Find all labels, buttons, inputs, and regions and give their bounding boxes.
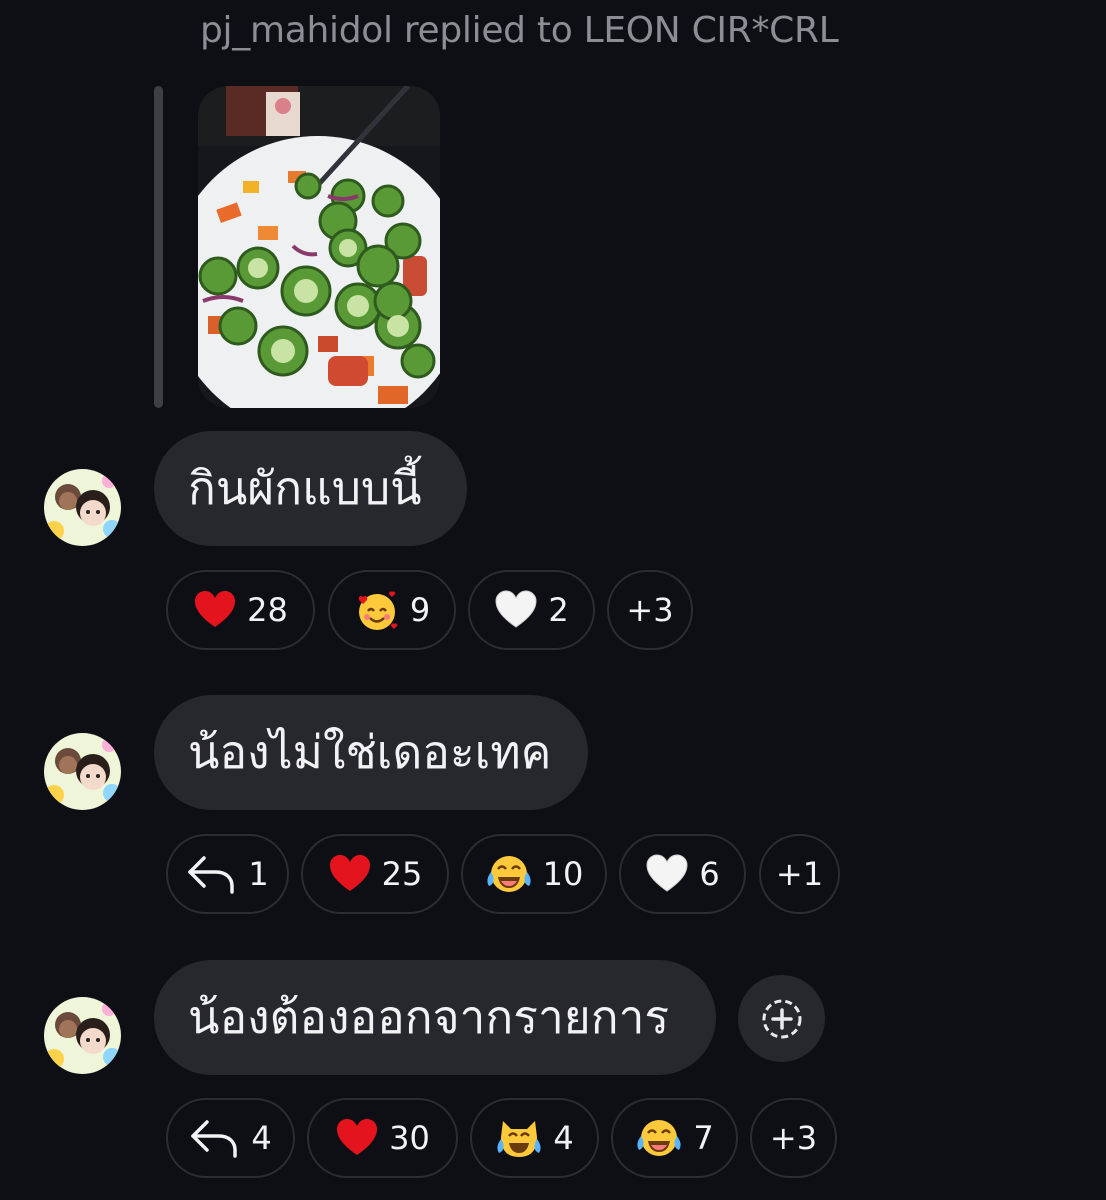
face-with-tears-of-joy-icon [635,1116,683,1160]
message-text: น้องไม่ใช่เดอะเทค [188,725,552,779]
message-bubble[interactable]: น้องต้องออกจากรายการ [154,960,716,1075]
avatar[interactable] [44,733,121,810]
add-reaction-button[interactable] [738,975,825,1062]
reply-count: 4 [251,1119,272,1157]
reaction-count: 7 [693,1119,714,1157]
red-heart-icon [328,852,372,896]
more-reactions-label: +3 [626,591,674,629]
red-heart-icon [335,1116,379,1160]
reaction-red-heart[interactable]: 28 [166,570,315,650]
white-heart-icon [494,588,538,632]
reaction-count: 28 [247,591,288,629]
reply-arrow-icon [186,852,238,896]
more-reactions-button[interactable]: +3 [607,570,693,650]
reaction-cat-with-tears-of-joy[interactable]: 4 [470,1098,599,1178]
reaction-white-heart[interactable]: 6 [619,834,746,914]
avatar[interactable] [44,469,121,546]
face-with-tears-of-joy-icon [485,852,533,896]
more-reactions-button[interactable]: +3 [750,1098,837,1178]
white-heart-icon [645,852,689,896]
reply-count-button[interactable]: 1 [166,834,289,914]
cat-with-tears-of-joy-icon [495,1115,543,1161]
reaction-count: 2 [548,591,569,629]
more-reactions-button[interactable]: +1 [759,834,840,914]
reaction-count: 30 [389,1119,430,1157]
more-reactions-label: +1 [775,855,824,893]
reaction-count: 10 [542,855,584,893]
more-reactions-label: +3 [769,1119,818,1157]
reaction-count: 6 [699,855,720,893]
reaction-smiling-face-with-hearts[interactable]: 9 [328,570,456,650]
quote-bar [154,86,163,408]
reply-count-button[interactable]: 4 [166,1098,295,1178]
salad-photo[interactable] [198,86,440,408]
reaction-white-heart[interactable]: 2 [468,570,595,650]
avatar[interactable] [44,997,121,1074]
reply-header[interactable]: pj_mahidol replied to LEON CIR*CRL [200,10,839,51]
reaction-count: 4 [553,1119,574,1157]
reaction-face-with-tears-of-joy[interactable]: 7 [611,1098,738,1178]
smiling-face-with-hearts-icon [354,587,400,633]
reaction-count: 9 [409,591,431,629]
message-bubble[interactable]: กินผักแบบนี้ [154,431,467,546]
reaction-red-heart[interactable]: 25 [301,834,449,914]
add-reaction-icon [762,999,801,1038]
message-text: น้องต้องออกจากรายการ [188,990,670,1044]
reaction-red-heart[interactable]: 30 [307,1098,458,1178]
message-text: กินผักแบบนี้ [188,461,422,515]
reaction-face-with-tears-of-joy[interactable]: 10 [461,834,607,914]
reaction-count: 25 [381,855,423,893]
reply-count: 1 [248,855,269,893]
reply-arrow-icon [189,1116,241,1160]
red-heart-icon [193,588,237,632]
message-bubble[interactable]: น้องไม่ใช่เดอะเทค [154,695,588,810]
